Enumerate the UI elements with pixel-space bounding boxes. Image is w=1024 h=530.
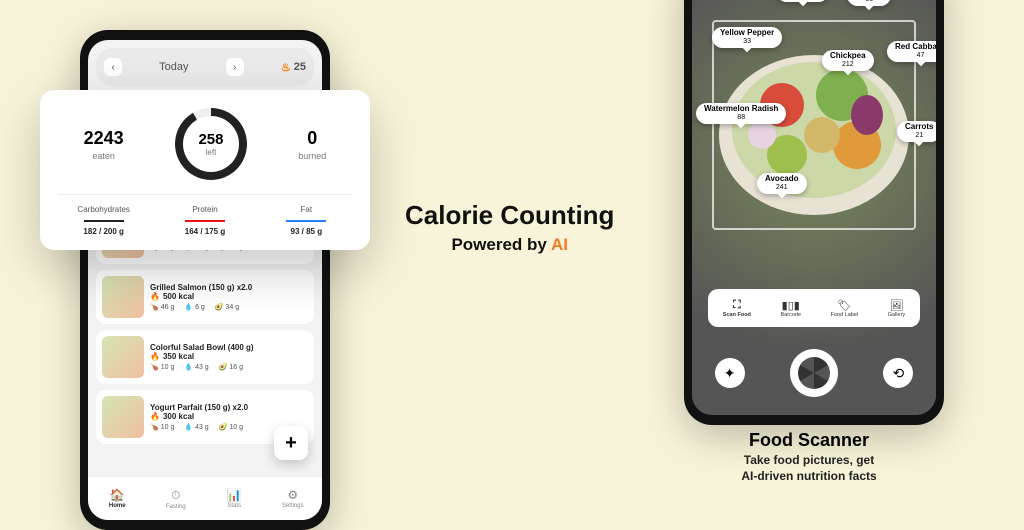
food-bubble[interactable]: Carrots21 <box>897 121 936 142</box>
scan-mode-tabs: ⛶Scan Food ▮▯▮Barcode 🏷Food Label 🖼Gallery <box>708 289 920 327</box>
fasting-icon: ⏱ <box>147 488 206 503</box>
food-thumb <box>102 396 144 438</box>
date-header: ‹ Today › ♨25 <box>96 48 314 86</box>
food-bubble[interactable]: Tomatoes6 <box>776 0 829 2</box>
food-name: Grilled Salmon (150 g) x2.0 <box>150 283 308 292</box>
food-name: Colorful Salad Bowl (400 g) <box>150 343 308 352</box>
scanner-caption: Food Scanner Take food pictures, get AI-… <box>684 430 934 483</box>
food-macros: 10 g43 g16 g <box>150 363 308 371</box>
food-thumb <box>102 336 144 378</box>
caption-line2: AI-driven nutrition facts <box>684 469 934 483</box>
aperture-icon <box>798 357 830 389</box>
next-day-button[interactable]: › <box>226 58 244 76</box>
nav-stats[interactable]: 📊Stats <box>205 488 264 509</box>
phone-right-mock: Tomatoes6Lettuce56Yellow Pepper33Chickpe… <box>684 0 944 425</box>
streak-badge: ♨25 <box>281 61 306 74</box>
mode-icon: 🖼 <box>888 299 905 312</box>
food-bubble[interactable]: Red Cabbage47 <box>887 41 936 62</box>
nav-settings[interactable]: ⚙Settings <box>264 488 323 509</box>
stat-eaten: 2243 eaten <box>84 128 124 161</box>
headline-subtitle: Powered by AI <box>405 235 614 255</box>
stat-burned: 0 burned <box>298 128 326 161</box>
caption-line1: Take food pictures, get <box>684 453 934 467</box>
food-thumb <box>102 276 144 318</box>
marketing-headline: Calorie Counting Powered by AI <box>405 200 614 255</box>
mode-gallery[interactable]: 🖼Gallery <box>888 299 905 318</box>
date-label[interactable]: Today <box>159 61 188 73</box>
food-kcal: 300 kcal <box>150 412 308 421</box>
flip-camera-button[interactable]: ⟲ <box>883 358 913 388</box>
calories-left-ring: 258 left <box>175 108 247 180</box>
mode-icon: ⛶ <box>723 299 751 312</box>
camera-controls: ✦ ⟲ <box>692 349 936 397</box>
food-bubble[interactable]: Yellow Pepper33 <box>712 27 782 48</box>
nav-fasting[interactable]: ⏱Fasting <box>147 488 206 510</box>
food-kcal: 500 kcal <box>150 292 308 301</box>
food-name: Yogurt Parfait (150 g) x2.0 <box>150 403 308 412</box>
food-macros: 46 g6 g34 g <box>150 303 308 311</box>
food-row[interactable]: Colorful Salad Bowl (400 g) 350 kcal 10 … <box>96 330 314 384</box>
caption-title: Food Scanner <box>684 430 934 451</box>
mode-food-label[interactable]: 🏷Food Label <box>831 299 859 318</box>
mode-scan-food[interactable]: ⛶Scan Food <box>723 299 751 318</box>
macro-fat: Fat 93 / 85 g <box>261 205 352 236</box>
macro-protein: Protein 164 / 175 g <box>159 205 250 236</box>
bottom-nav: 🏠Home⏱Fasting📊Stats⚙Settings <box>88 476 322 520</box>
add-food-button[interactable]: + <box>274 426 308 460</box>
food-bubble[interactable]: Chickpea212 <box>822 50 874 71</box>
mode-icon: 🏷 <box>831 299 859 312</box>
headline-title: Calorie Counting <box>405 200 614 231</box>
flame-icon: ♨ <box>281 61 291 74</box>
food-bubble[interactable]: Watermelon Radish88 <box>696 103 786 124</box>
daily-summary-card: 2243 eaten 258 left 0 burned Carbohydrat… <box>40 90 370 250</box>
food-kcal: 350 kcal <box>150 352 308 361</box>
food-bubble[interactable]: Avocado241 <box>757 173 807 194</box>
food-row[interactable]: Grilled Salmon (150 g) x2.0 500 kcal 46 … <box>96 270 314 324</box>
mode-icon: ▮▯▮ <box>781 299 802 312</box>
shutter-button[interactable] <box>790 349 838 397</box>
prev-day-button[interactable]: ‹ <box>104 58 122 76</box>
screen-scanner: Tomatoes6Lettuce56Yellow Pepper33Chickpe… <box>692 0 936 415</box>
macro-carbs: Carbohydrates 182 / 200 g <box>58 205 149 236</box>
nav-home[interactable]: 🏠Home <box>88 488 147 509</box>
flash-button[interactable]: ✦ <box>715 358 745 388</box>
mode-barcode[interactable]: ▮▯▮Barcode <box>781 299 802 318</box>
